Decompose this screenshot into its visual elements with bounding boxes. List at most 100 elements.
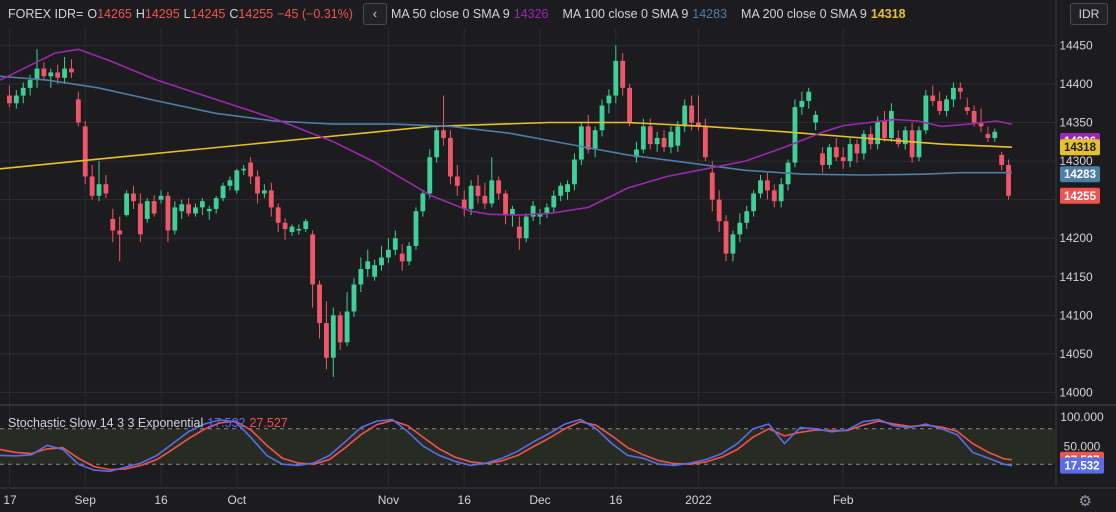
candle-body <box>275 207 281 223</box>
candle-body <box>351 284 357 312</box>
candle-body <box>944 99 949 111</box>
candle-body <box>930 95 936 101</box>
high-value: 14295 <box>144 7 180 21</box>
candle-body <box>503 193 508 216</box>
candle-body <box>820 153 825 165</box>
candle-body <box>20 87 26 96</box>
candle-body <box>606 95 612 104</box>
collapse-legend-button[interactable]: ‹ <box>362 3 387 25</box>
candle-body <box>303 221 309 229</box>
stochastic-k-value: 17.532 <box>207 416 246 430</box>
candle-body <box>41 68 47 77</box>
candle-body <box>496 180 502 194</box>
stochastic-tag-label: 17.532 <box>1064 461 1099 473</box>
ma50-label: MA 50 close 0 SMA 9 <box>390 7 510 21</box>
candle-body <box>778 184 784 202</box>
candle-body <box>379 257 384 266</box>
candle-body <box>764 180 770 191</box>
candle-body <box>110 218 116 231</box>
candle-body <box>971 110 977 123</box>
stochastic-label: Stochastic Slow 14 3 3 Exponential <box>8 416 204 430</box>
candle-body <box>999 154 1005 165</box>
candle-body <box>365 261 371 270</box>
close-value: 14255 <box>238 7 274 21</box>
candle-body <box>131 193 136 202</box>
candle-body <box>75 99 81 123</box>
price-tick-label: 14000 <box>1059 385 1093 399</box>
candle-body <box>689 105 695 123</box>
candle-body <box>165 195 171 231</box>
candle-body <box>730 234 736 254</box>
candle-body <box>516 226 522 239</box>
candle-body <box>709 172 715 200</box>
candle-body <box>420 193 426 212</box>
price-tick-label: 14450 <box>1059 38 1093 52</box>
candle-body <box>454 176 460 186</box>
currency-selector[interactable]: IDR <box>1070 3 1108 25</box>
ma100-label: MA 100 close 0 SMA 9 <box>562 7 689 21</box>
candle-body <box>882 120 887 138</box>
candle-body <box>179 204 185 212</box>
candle-body <box>413 211 419 246</box>
time-tick-label: Feb <box>833 493 854 507</box>
candle-body <box>213 198 219 209</box>
candle-body <box>592 130 598 150</box>
candle-body <box>372 265 378 277</box>
price-tick-label: 14400 <box>1059 77 1093 91</box>
candle-body <box>330 315 336 358</box>
candle-body <box>427 157 433 194</box>
candle-body <box>241 168 247 171</box>
candle-body <box>441 130 446 138</box>
ma200-value: 14318 <box>870 7 906 21</box>
open-value: 14265 <box>97 7 132 21</box>
candle-body <box>668 131 674 148</box>
candle-body <box>572 159 577 185</box>
time-tick-label: Nov <box>378 493 399 507</box>
candle-body <box>475 185 481 196</box>
price-tag-label: 14318 <box>1064 142 1097 154</box>
ma50-value: 14326 <box>513 7 549 21</box>
candle-body <box>551 195 557 208</box>
ma200-label: MA 200 close 0 SMA 9 <box>741 7 867 21</box>
candle-body <box>206 208 212 212</box>
high-label: H <box>135 7 145 21</box>
candle-body <box>137 203 143 235</box>
candle-body <box>620 60 626 88</box>
price-tick-label: 14350 <box>1059 116 1093 130</box>
open-label: O <box>87 7 98 21</box>
candle-body <box>268 190 274 208</box>
candle-body <box>661 137 667 148</box>
candle-body <box>234 170 240 191</box>
settings-icon[interactable]: ⚙ <box>1079 492 1092 510</box>
candle-body <box>889 110 894 138</box>
candle-body <box>578 126 584 160</box>
candle-body <box>640 126 646 150</box>
price-tick-label: 14150 <box>1059 270 1093 284</box>
candle-body <box>744 211 750 223</box>
low-label: L <box>183 7 191 21</box>
candle-body <box>69 68 74 73</box>
stochastic-d-value: 27.527 <box>249 416 288 430</box>
price-tick-label: 14050 <box>1059 347 1093 361</box>
candle-body <box>158 195 164 200</box>
candle-body <box>220 185 226 199</box>
stochastic-tick-label: 100.000 <box>1060 410 1104 424</box>
candle-body <box>261 190 267 194</box>
candle-body <box>248 162 254 177</box>
stochastic-tick-label: 50.000 <box>1064 440 1101 454</box>
candle-body <box>751 193 757 212</box>
candle-body <box>96 184 102 196</box>
candle-body <box>124 193 129 216</box>
time-tick-label: 16 <box>458 493 472 507</box>
candle-body <box>317 284 322 324</box>
chart-canvas[interactable]: 1400014050141001415014200142501430014350… <box>0 0 1116 512</box>
candle-body <box>813 114 819 123</box>
close-label: C <box>229 7 239 21</box>
candle-body <box>702 126 708 158</box>
candle-body <box>289 226 295 233</box>
time-tick-label: 2022 <box>685 493 712 507</box>
candle-body <box>985 134 991 138</box>
candle-body <box>771 190 777 202</box>
candle-body <box>957 87 963 92</box>
candle-body <box>716 199 722 222</box>
